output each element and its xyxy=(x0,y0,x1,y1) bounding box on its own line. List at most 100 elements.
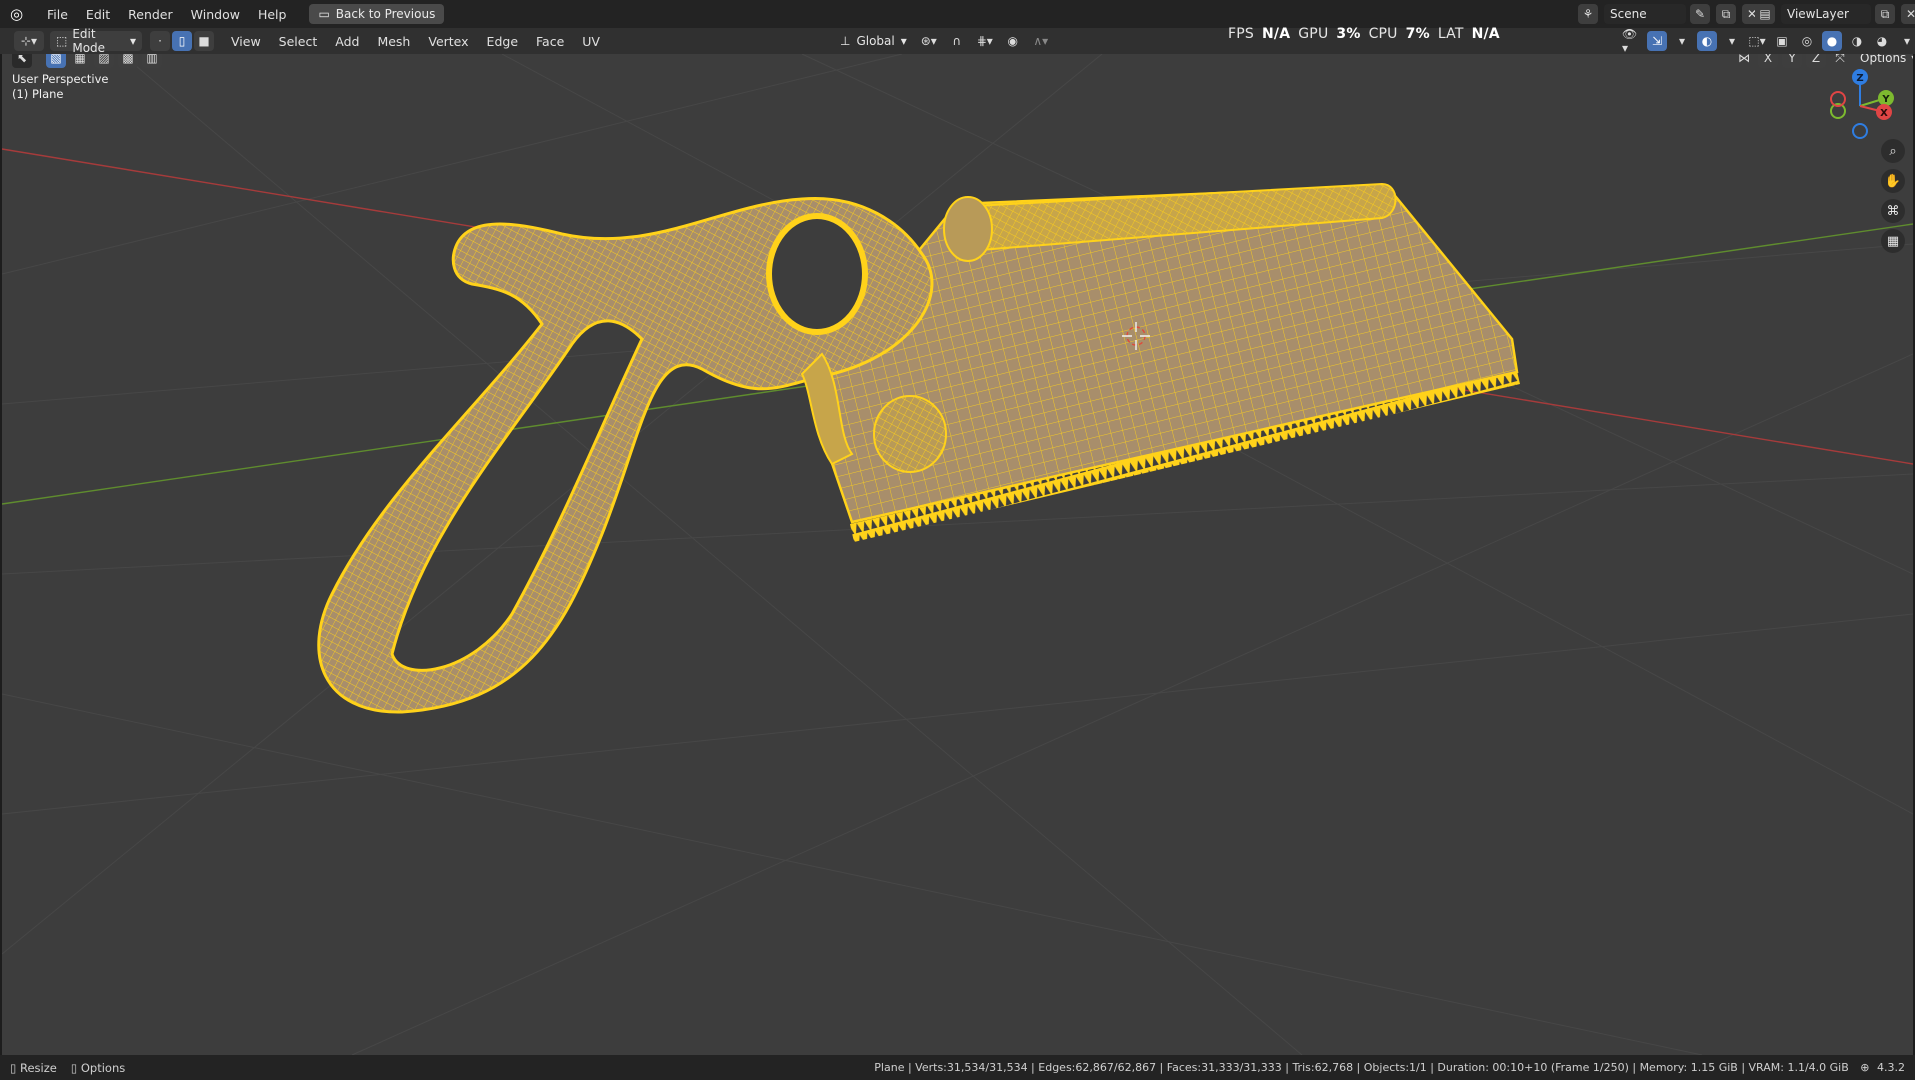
status-bar: ▯ Resize ▯ Options Plane | Verts:31,534/… xyxy=(0,1055,1915,1080)
pin-scene-icon[interactable]: ✎ xyxy=(1690,4,1710,24)
remove-viewlayer-icon[interactable]: ✕ xyxy=(1901,4,1915,24)
menu-edge[interactable]: Edge xyxy=(478,34,527,49)
scene-selector-icon[interactable]: ⚘ xyxy=(1578,4,1598,24)
select-mode-new-icon[interactable]: ▧ xyxy=(46,54,66,68)
mirror-icon[interactable]: ⋈ xyxy=(1734,54,1754,68)
select-mode-extend-icon[interactable]: ▦ xyxy=(70,54,90,68)
gizmo-x-label: X xyxy=(1880,108,1888,119)
performance-stats: FPS N/A GPU 3% CPU 7% LAT N/A xyxy=(1228,26,1500,42)
edit-mode-icon: ⬚ xyxy=(56,34,68,48)
pivot-point-icon[interactable]: ⊛▾ xyxy=(919,31,939,51)
menu-mesh[interactable]: Mesh xyxy=(368,34,419,49)
back-to-previous-button[interactable]: ▭ Back to Previous xyxy=(309,4,445,24)
gizmo-y-label: Y xyxy=(1881,94,1890,105)
spine-ferrule xyxy=(943,196,993,262)
mouse-icon: ▯ xyxy=(70,1060,78,1075)
resize-hint-label: Resize xyxy=(20,1060,57,1075)
orientation-icon: ⊥ xyxy=(840,34,851,48)
menu-help[interactable]: Help xyxy=(249,7,296,22)
shading-solid-icon[interactable]: ● xyxy=(1822,31,1842,51)
menu-window[interactable]: Window xyxy=(182,7,249,22)
chevron-down-icon: ▾ xyxy=(1911,54,1913,65)
chevron-down-icon: ▾ xyxy=(129,34,136,48)
select-mode-subtract-icon[interactable]: ▨ xyxy=(94,54,114,68)
options-dropdown[interactable]: Options ▾ xyxy=(1854,54,1913,68)
viewlayer-name: ViewLayer xyxy=(1787,7,1849,21)
saw-mesh[interactable] xyxy=(317,182,1520,714)
3d-viewport[interactable]: Z Y X ⬉ ▧ ▦ ▨ ▩ ▥ ⋈ X Y Z ⤧ Options ▾ Us… xyxy=(2,54,1913,1055)
shading-wireframe-icon[interactable]: ◎ xyxy=(1797,31,1817,51)
gpu-value: 3% xyxy=(1336,26,1361,42)
viewlayer-selector-icon[interactable]: ▤ xyxy=(1755,4,1775,24)
resize-hint: ▯ Resize xyxy=(10,1061,57,1075)
back-to-previous-label: Back to Previous xyxy=(335,7,436,21)
scene-name: Scene xyxy=(1610,7,1647,21)
menu-vertex[interactable]: Vertex xyxy=(419,34,477,49)
mouse-icon: ▯ xyxy=(10,1060,17,1075)
navigation-gizmo[interactable]: Z Y X xyxy=(1830,69,1894,139)
edge-select-icon[interactable]: ▯ xyxy=(172,31,192,51)
snap-target-icon[interactable]: ⋕▾ xyxy=(975,31,995,51)
editor-type-icon[interactable]: ⊹▾ xyxy=(14,31,44,51)
toggle-projection-icon[interactable]: ▦ xyxy=(1881,229,1905,253)
version-label: 4.3.2 xyxy=(1877,1061,1905,1074)
menu-face[interactable]: Face xyxy=(527,34,573,49)
orientation-label: Global xyxy=(856,34,895,48)
shading-rendered-icon[interactable]: ◕ xyxy=(1872,31,1892,51)
handle-hole xyxy=(766,213,868,335)
blender-logo-icon[interactable]: ◎ xyxy=(10,5,32,23)
menu-uv[interactable]: UV xyxy=(573,34,609,49)
proportional-edit-icon[interactable]: ◉ xyxy=(1003,31,1023,51)
fps-value: N/A xyxy=(1261,26,1291,42)
select-tool-icon[interactable]: ⬉ xyxy=(12,54,32,68)
overlays-dropdown-icon[interactable]: ▾ xyxy=(1722,31,1742,51)
overlays-toggle-icon[interactable]: ◐ xyxy=(1697,31,1717,51)
network-icon: ⊕ xyxy=(1860,1061,1870,1074)
lat-value: N/A xyxy=(1471,26,1500,42)
viewport-scene: Z Y X xyxy=(2,54,1913,1055)
menu-view[interactable]: View xyxy=(222,34,270,49)
shading-dropdown-icon[interactable]: ▾ xyxy=(1897,31,1915,51)
menu-edit[interactable]: Edit xyxy=(77,7,119,22)
zoom-icon[interactable]: ⌕ xyxy=(1881,139,1905,163)
top-menu-bar: ◎ File Edit Render Window Help ▭ Back to… xyxy=(0,0,1915,28)
mode-label: Edit Mode xyxy=(72,27,106,55)
viewlayer-field[interactable]: ViewLayer xyxy=(1781,4,1871,24)
gizmo-z-label: Z xyxy=(1856,73,1863,84)
mode-dropdown[interactable]: ⬚ Edit Mode ▾ xyxy=(50,27,142,55)
options-hint: ▯ Options xyxy=(71,1061,125,1075)
transform-orientation-dropdown[interactable]: ⊥ Global ▾ xyxy=(834,31,913,51)
xray-toggle-icon[interactable]: ▣ xyxy=(1772,31,1792,51)
camera-view-icon[interactable]: ⌘ xyxy=(1881,199,1905,223)
screen-icon: ▭ xyxy=(318,7,330,21)
options-hint-label: Options xyxy=(80,1060,126,1075)
select-mode-invert-icon[interactable]: ▩ xyxy=(118,54,138,68)
cpu-label: CPU xyxy=(1368,26,1398,42)
new-scene-icon[interactable]: ⧉ xyxy=(1716,4,1736,24)
auto-merge-icon[interactable]: ⤧ xyxy=(1830,54,1850,68)
gizmo-toggle-icon[interactable]: ⇲ xyxy=(1647,31,1667,51)
mesh-edit-overlay-icon[interactable]: ⬚▾ xyxy=(1747,31,1767,51)
scene-field[interactable]: Scene xyxy=(1604,4,1686,24)
mirror-y-toggle[interactable]: Y xyxy=(1782,54,1802,68)
chevron-down-icon: ▾ xyxy=(900,34,907,48)
cpu-value: 7% xyxy=(1405,26,1430,42)
vertex-select-icon[interactable]: ⋅ xyxy=(150,31,170,51)
viewport-header: ⊹▾ ⬚ Edit Mode ▾ ⋅ ▯ ■ View Select Add M… xyxy=(0,27,1915,55)
menu-select[interactable]: Select xyxy=(270,34,327,49)
select-mode-intersect-icon[interactable]: ▥ xyxy=(142,54,162,68)
snap-toggle-icon[interactable]: ∩ xyxy=(947,31,967,51)
new-viewlayer-icon[interactable]: ⧉ xyxy=(1875,4,1895,24)
mirror-z-toggle[interactable]: Z xyxy=(1806,54,1826,68)
shading-material-icon[interactable]: ◑ xyxy=(1847,31,1867,51)
visibility-icon[interactable]: 👁▾ xyxy=(1622,27,1642,55)
pan-hand-icon[interactable]: ✋ xyxy=(1881,169,1905,193)
menu-file[interactable]: File xyxy=(38,7,77,22)
active-object-label: (1) Plane xyxy=(12,87,64,101)
menu-add[interactable]: Add xyxy=(326,34,368,49)
menu-render[interactable]: Render xyxy=(119,7,182,22)
falloff-icon[interactable]: ∧▾ xyxy=(1031,31,1051,51)
mirror-x-toggle[interactable]: X xyxy=(1758,54,1778,68)
face-select-icon[interactable]: ■ xyxy=(194,31,214,51)
gizmo-dropdown-icon[interactable]: ▾ xyxy=(1672,31,1692,51)
